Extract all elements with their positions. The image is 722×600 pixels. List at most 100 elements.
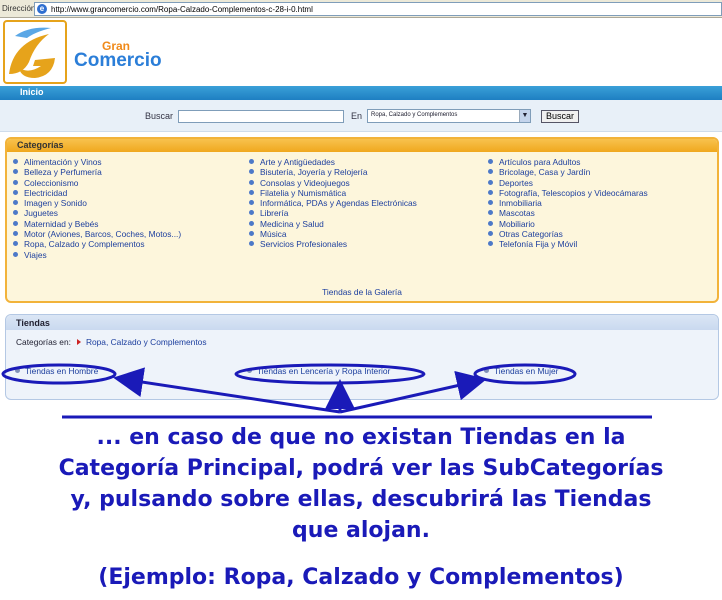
categories-panel: Categorías Alimentación y Vinos Belleza y… [5, 137, 719, 303]
category-column-1: Alimentación y Vinos Belleza y Perfumería… [13, 157, 181, 260]
category-label: Telefonía Fija y Móvil [499, 239, 578, 250]
bullet-icon [13, 159, 18, 164]
breadcrumb-link[interactable]: Ropa, Calzado y Complementos [86, 337, 207, 347]
category-link[interactable]: Bisutería, Joyería y Relojería [249, 167, 417, 177]
address-bar: Dirección e http://www.grancomercio.com/… [0, 0, 722, 18]
bullet-icon [249, 210, 254, 216]
category-label: Medicina y Salud [260, 218, 324, 229]
bullet-icon [13, 200, 18, 206]
bullet-icon [488, 200, 493, 206]
url-text: http://www.grancomercio.com/Ropa-Calzado… [51, 5, 313, 14]
category-link[interactable]: Librería [249, 208, 417, 218]
category-label: Alimentación y Vinos [24, 157, 102, 167]
bullet-icon [488, 231, 493, 237]
bullet-icon [13, 241, 18, 247]
category-link[interactable]: Informática, PDAs y Agendas Electrónicas [249, 198, 417, 208]
category-label: Servicios Profesionales [260, 239, 348, 250]
category-link[interactable]: Medicina y Salud [249, 219, 417, 229]
category-link[interactable]: Motor (Aviones, Barcos, Coches, Motos...… [13, 229, 181, 239]
category-link[interactable]: Bricolage, Casa y Jardín [488, 167, 648, 177]
breadcrumb: Categorías en: Ropa, Calzado y Complement… [16, 337, 207, 347]
gallery-link[interactable]: Tiendas de la Galería [7, 287, 717, 297]
search-label: Buscar [145, 111, 174, 121]
nav-home-link[interactable]: Inicio [20, 87, 44, 97]
category-link[interactable]: Coleccionismo [13, 178, 181, 188]
bullet-icon [249, 189, 254, 195]
bullet-icon [249, 231, 254, 237]
category-link[interactable]: Consolas y Videojuegos [249, 178, 417, 188]
category-link[interactable]: Música [249, 229, 417, 239]
breadcrumb-label: Categorías en: [16, 337, 71, 347]
nav-bar: Inicio [0, 86, 722, 100]
bullet-icon [249, 200, 254, 206]
category-link[interactable]: Mascotas [488, 208, 648, 218]
caption-line-3: y, pulsando sobre ellas, descubrirá las … [70, 487, 652, 512]
category-link[interactable]: Telefonía Fija y Móvil [488, 239, 648, 249]
bullet-icon [249, 159, 254, 164]
category-column-3: Artículos para Adultos Bricolage, Casa y … [488, 157, 648, 250]
category-label: Arte y Antigüedades [260, 157, 335, 167]
category-label: Imagen y Sonido [24, 198, 87, 209]
category-label: Motor (Aviones, Barcos, Coches, Motos...… [24, 229, 182, 240]
search-bar: Buscar En Ropa, Calzado y Complementos ▼… [0, 100, 722, 132]
subcategory-lenceria[interactable]: Tiendas en Lencería y Ropa Interior [247, 366, 390, 376]
category-link[interactable]: Otras Categorías [488, 229, 648, 239]
category-label: Filatelia y Numismática [260, 187, 347, 198]
category-label: Maternidad y Bebés [24, 218, 99, 229]
tiendas-panel: Tiendas Categorías en: Ropa, Calzado y Co… [5, 314, 719, 400]
category-link[interactable]: Ropa, Calzado y Complementos [13, 239, 181, 249]
category-link[interactable]: Alimentación y Vinos [13, 157, 181, 167]
category-link[interactable]: Filatelia y Numismática [249, 188, 417, 198]
search-button[interactable]: Buscar [541, 110, 579, 123]
category-label: Belleza y Perfumería [24, 167, 102, 178]
bullet-icon [13, 220, 18, 226]
bullet-icon [247, 368, 252, 373]
address-field[interactable]: e http://www.grancomercio.com/Ropa-Calza… [34, 2, 722, 16]
category-select[interactable]: Ropa, Calzado y Complementos ▼ [367, 109, 531, 123]
category-link[interactable]: Juguetes [13, 208, 181, 218]
category-label: Electricidad [24, 187, 68, 198]
bullet-icon [488, 179, 493, 185]
caption-line-4: que alojan. [292, 518, 430, 543]
bullet-icon [249, 179, 254, 185]
bullet-icon [249, 220, 254, 226]
category-link[interactable]: Belleza y Perfumería [13, 167, 181, 177]
category-link[interactable]: Viajes [13, 250, 181, 260]
bullet-icon [488, 210, 493, 216]
ie-page-icon: e [37, 4, 47, 14]
category-link[interactable]: Electricidad [13, 188, 181, 198]
address-label: Dirección [2, 4, 36, 13]
category-label: Mascotas [499, 208, 535, 219]
bullet-icon [488, 189, 493, 195]
bullet-icon [13, 210, 18, 216]
subcategory-mujer[interactable]: Tiendas en Mujer [484, 366, 558, 376]
category-link[interactable]: Maternidad y Bebés [13, 219, 181, 229]
category-link[interactable]: Deportes [488, 178, 648, 188]
search-input[interactable] [178, 110, 344, 123]
logo[interactable] [3, 20, 67, 84]
category-label: Bricolage, Casa y Jardín [499, 167, 591, 178]
category-label: Librería [260, 208, 289, 219]
categories-title: Categorías [7, 139, 717, 152]
category-link[interactable]: Mobiliario [488, 219, 648, 229]
category-link[interactable]: Fotografía, Telescopios y Videocámaras [488, 188, 648, 198]
caption-line-1: ... en caso de que no existan Tiendas en… [96, 425, 626, 450]
category-link[interactable]: Inmobiliaria [488, 198, 648, 208]
subcategory-hombre[interactable]: Tiendas en Hombre [15, 366, 98, 376]
category-link[interactable]: Arte y Antigüedades [249, 157, 417, 167]
bullet-icon [13, 251, 18, 257]
category-label: Viajes [24, 249, 47, 260]
bullet-icon [15, 368, 20, 373]
bullet-icon [488, 159, 493, 164]
category-label: Ropa, Calzado y Complementos [24, 239, 145, 250]
category-label: Informática, PDAs y Agendas Electrónicas [260, 198, 417, 209]
bullet-icon [488, 169, 493, 175]
chevron-down-icon[interactable]: ▼ [519, 110, 530, 122]
category-link[interactable]: Imagen y Sonido [13, 198, 181, 208]
category-link[interactable]: Artículos para Adultos [488, 157, 648, 167]
category-link[interactable]: Servicios Profesionales [249, 239, 417, 249]
bullet-icon [488, 241, 493, 247]
category-label: Otras Categorías [499, 229, 563, 240]
arrow-right-icon [76, 339, 81, 345]
category-label: Artículos para Adultos [499, 157, 581, 167]
